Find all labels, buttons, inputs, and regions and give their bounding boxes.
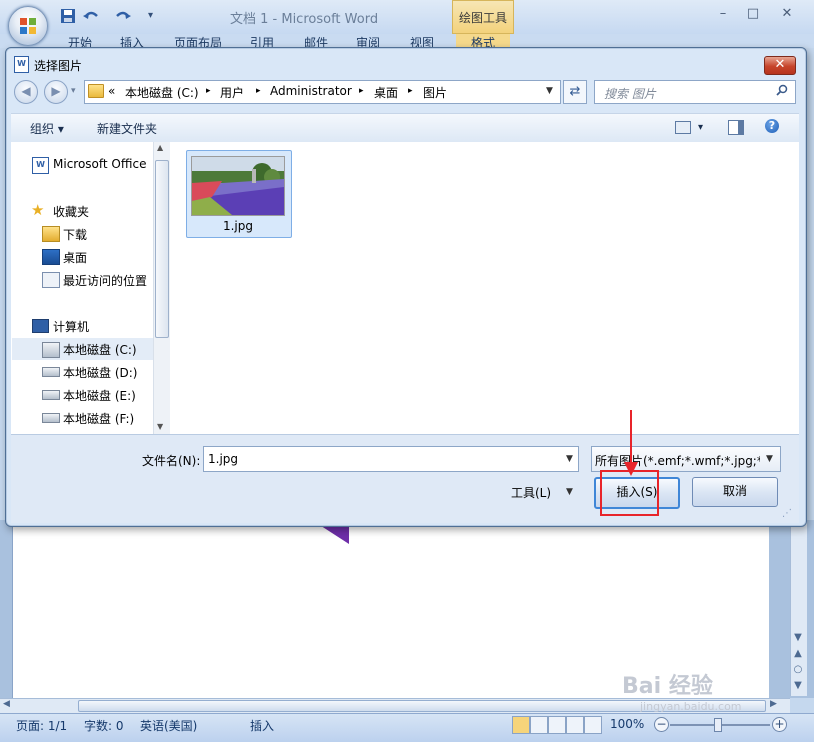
resize-grip-icon[interactable]: ⋰ xyxy=(782,508,792,519)
drive-icon xyxy=(42,342,60,358)
breadcrumb-local-disk-c[interactable]: 本地磁盘 (C:) xyxy=(125,84,199,101)
zoom-in-icon[interactable]: + xyxy=(772,717,787,732)
tools-dropdown-icon[interactable]: ▼ xyxy=(566,487,573,497)
desktop-icon xyxy=(42,249,60,265)
outline-icon[interactable] xyxy=(566,716,584,734)
breadcrumb-administrator[interactable]: Administrator xyxy=(270,84,352,98)
tools-button[interactable]: 工具(L) xyxy=(511,484,551,501)
customize-qat-icon[interactable]: ▾ xyxy=(148,10,153,21)
undo-icon[interactable] xyxy=(82,8,100,24)
scroll-right-icon[interactable]: ▶ xyxy=(770,699,777,709)
nav-item-local-disk-e[interactable]: 本地磁盘 (E:) xyxy=(63,387,136,404)
minimize-button[interactable]: – xyxy=(710,6,736,24)
drive-icon xyxy=(42,413,60,423)
recent-places-icon xyxy=(42,272,60,288)
recent-locations-icon[interactable]: ▾ xyxy=(71,86,76,96)
zoom-level[interactable]: 100% xyxy=(610,717,644,731)
drawing-tools-tab-group: 绘图工具 xyxy=(452,0,514,34)
breadcrumb-overflow[interactable]: « xyxy=(108,84,115,98)
breadcrumb-separator[interactable]: ▸ xyxy=(206,86,211,96)
close-button[interactable]: ✕ xyxy=(774,6,800,24)
filename-input[interactable] xyxy=(203,446,579,472)
help-icon[interactable]: ? xyxy=(765,119,779,133)
office-button[interactable] xyxy=(8,6,48,46)
nav-item-local-disk-f[interactable]: 本地磁盘 (F:) xyxy=(63,410,134,427)
new-folder-button[interactable]: 新建文件夹 xyxy=(97,120,157,137)
status-word-count[interactable]: 字数: 0 xyxy=(84,717,124,734)
nav-item-computer[interactable]: 计算机 xyxy=(53,318,89,335)
file-name-label: 1.jpg xyxy=(222,219,254,233)
search-placeholder: 搜索 图片 xyxy=(604,87,656,101)
nav-item-local-disk-c[interactable]: 本地磁盘 (C:) xyxy=(63,341,137,358)
breadcrumb-separator[interactable]: ▸ xyxy=(359,86,364,96)
back-button[interactable]: ◀ xyxy=(14,80,38,104)
view-dropdown-icon[interactable]: ▾ xyxy=(698,122,703,133)
annotation-arrow xyxy=(630,410,632,470)
image-thumbnail xyxy=(191,156,285,216)
breadcrumb-separator[interactable]: ▸ xyxy=(408,86,413,96)
nav-scroll-up-icon[interactable]: ▲ xyxy=(157,143,163,152)
nav-scroll-thumb[interactable] xyxy=(155,160,169,338)
previous-page-icon[interactable]: ▲ xyxy=(792,648,804,660)
computer-icon xyxy=(32,319,49,333)
nav-item-microsoft-office[interactable]: Microsoft Office xyxy=(53,157,146,171)
nav-item-downloads[interactable]: 下载 xyxy=(63,226,87,243)
cancel-button[interactable]: 取消 xyxy=(692,477,778,507)
address-dropdown-icon[interactable]: ▼ xyxy=(546,86,553,96)
draft-icon[interactable] xyxy=(584,716,602,734)
star-icon: ★ xyxy=(31,201,45,219)
zoom-out-icon[interactable]: − xyxy=(654,717,669,732)
maximize-button[interactable]: □ xyxy=(740,6,766,24)
filetype-value[interactable]: 所有图片(*.emf;*.wmf;*.jpg;*.jp xyxy=(595,452,760,469)
status-insert-mode[interactable]: 插入 xyxy=(250,717,274,734)
filename-value[interactable]: 1.jpg xyxy=(208,452,238,466)
nav-scroll-down-icon[interactable]: ▼ xyxy=(157,422,163,431)
word-doc-icon: W xyxy=(14,56,29,73)
save-icon[interactable] xyxy=(60,8,78,24)
tab-format[interactable]: 格式 xyxy=(456,34,510,50)
zoom-slider-knob[interactable] xyxy=(714,718,722,732)
drive-icon xyxy=(42,390,60,400)
search-icon[interactable] xyxy=(776,84,788,99)
nav-item-recent-places[interactable]: 最近访问的位置 xyxy=(63,272,147,289)
baidu-watermark-url: jingyan.baidu.com xyxy=(640,700,742,713)
nav-item-desktop[interactable]: 桌面 xyxy=(63,249,87,266)
redo-icon[interactable] xyxy=(114,8,132,24)
scroll-down-icon[interactable]: ▼ xyxy=(792,632,804,644)
filename-label: 文件名(N): xyxy=(142,454,201,468)
refresh-icon[interactable]: ⇄ xyxy=(563,80,587,104)
office-icon: W xyxy=(32,157,49,174)
nav-item-favorites[interactable]: 收藏夹 xyxy=(53,203,89,220)
change-view-icon[interactable] xyxy=(675,121,691,134)
scroll-left-icon[interactable]: ◀ xyxy=(3,699,10,709)
organize-button[interactable]: 组织 ▾ xyxy=(30,120,64,137)
next-page-icon[interactable]: ▼ xyxy=(792,680,804,692)
breadcrumb-pictures[interactable]: 图片 xyxy=(423,84,447,101)
forward-button[interactable]: ▶ xyxy=(44,80,68,104)
baidu-watermark: Bai 经验 xyxy=(622,674,713,699)
preview-pane-icon[interactable] xyxy=(728,120,744,135)
print-layout-icon[interactable] xyxy=(512,716,530,734)
office-logo-icon xyxy=(20,18,36,34)
word-window-title: 文档 1 - Microsoft Word xyxy=(230,12,379,27)
download-folder-icon xyxy=(42,226,60,242)
breadcrumb-desktop[interactable]: 桌面 xyxy=(374,84,398,101)
web-layout-icon[interactable] xyxy=(548,716,566,734)
filename-dropdown-icon[interactable]: ▼ xyxy=(566,454,573,464)
folder-icon xyxy=(88,84,104,98)
annotation-highlight-box xyxy=(600,470,659,516)
full-screen-reading-icon[interactable] xyxy=(530,716,548,734)
status-language[interactable]: 英语(美国) xyxy=(140,717,197,734)
status-page[interactable]: 页面: 1/1 xyxy=(16,717,67,734)
nav-item-local-disk-d[interactable]: 本地磁盘 (D:) xyxy=(63,364,137,381)
browse-object-icon[interactable]: ○ xyxy=(792,664,804,676)
breadcrumb-users[interactable]: 用户 xyxy=(220,84,244,101)
dialog-title: 选择图片 xyxy=(34,59,83,73)
breadcrumb-separator[interactable]: ▸ xyxy=(256,86,261,96)
drive-icon xyxy=(42,367,60,377)
filetype-dropdown-icon[interactable]: ▼ xyxy=(766,454,773,464)
dialog-close-button[interactable]: ✕ xyxy=(764,56,796,75)
